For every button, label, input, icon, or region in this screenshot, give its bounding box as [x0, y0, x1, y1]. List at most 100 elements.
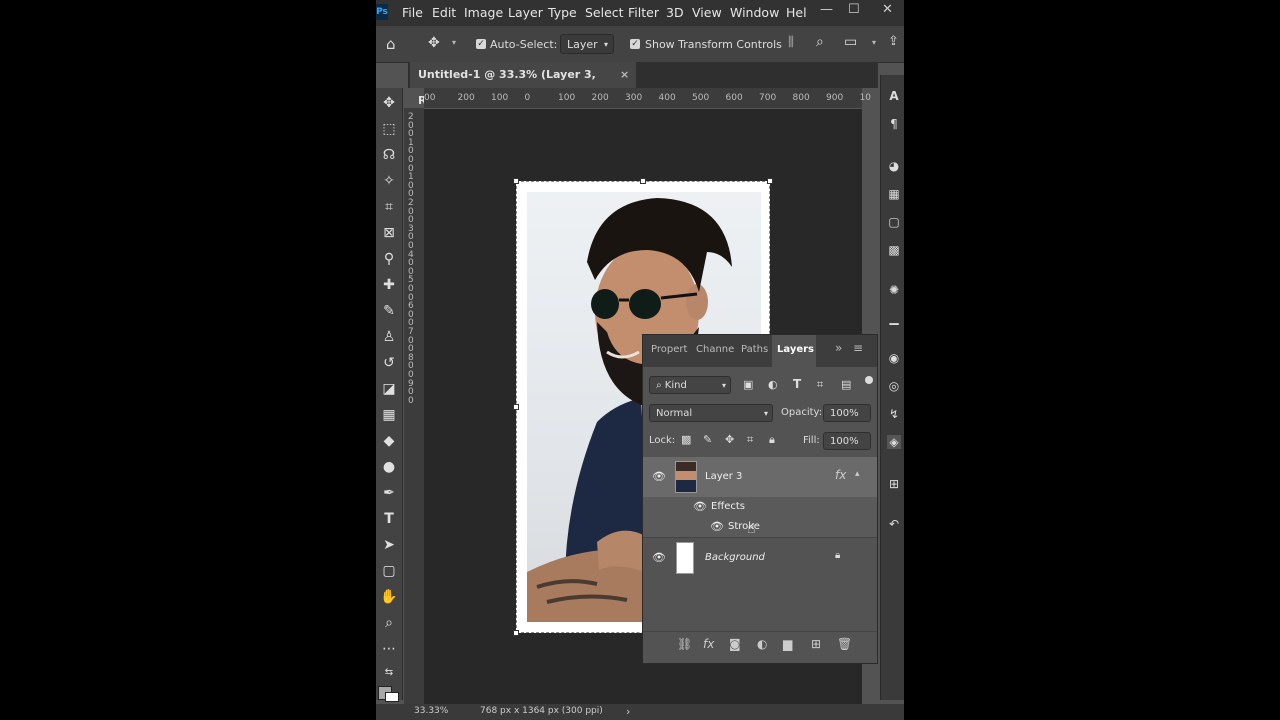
zoom-level[interactable]: 33.33%	[414, 706, 448, 716]
paths-panel-icon[interactable]: ↯	[887, 407, 901, 421]
chevron-up-icon[interactable]: ▴	[855, 469, 860, 479]
blend-mode-dropdown[interactable]: Normal ▾	[649, 404, 773, 422]
color-panel-icon[interactable]: ◕	[887, 159, 901, 173]
show-transform-checkbox[interactable]: ✓	[630, 39, 640, 49]
gradient-tool-icon[interactable]: ▦	[380, 406, 398, 424]
type-tool-icon[interactable]: T	[380, 510, 398, 528]
shape-tool-icon[interactable]: ▢	[380, 562, 398, 580]
transform-handle[interactable]	[767, 178, 773, 184]
lock-position-icon[interactable]: ✥	[725, 433, 734, 446]
zoom-tool-icon[interactable]: ⌕	[380, 614, 398, 632]
tab-channels[interactable]: Channe	[696, 344, 734, 355]
transform-handle[interactable]	[513, 404, 519, 410]
home-icon[interactable]: ⌂	[386, 35, 396, 53]
layer-name[interactable]: Background	[705, 552, 765, 563]
dodge-tool-icon[interactable]: ●	[380, 458, 398, 476]
menu-view[interactable]: View	[692, 5, 722, 20]
maximize-button[interactable]: ☐	[848, 2, 860, 17]
menu-edit[interactable]: Edit	[432, 5, 456, 20]
minimize-button[interactable]: —	[820, 2, 833, 17]
brush-tool-icon[interactable]: ✎	[380, 302, 398, 320]
smart-object-filter-icon[interactable]: ▤	[841, 378, 851, 391]
lock-pixels-icon[interactable]: ✎	[703, 433, 712, 446]
adjustment-layer-icon[interactable]: ◐	[757, 637, 767, 651]
gradients-panel-icon[interactable]: ▢	[887, 215, 901, 229]
background-color-swatch[interactable]	[385, 692, 399, 702]
close-icon[interactable]: ×	[620, 62, 629, 88]
lasso-tool-icon[interactable]: ☊	[380, 146, 398, 164]
stamp-tool-icon[interactable]: ♙	[380, 328, 398, 346]
visibility-eye-icon[interactable]: 👁︎	[710, 520, 724, 533]
menu-filter[interactable]: Filter	[628, 5, 659, 20]
menu-layer[interactable]: Layer	[508, 5, 543, 20]
adjustments-panel-icon[interactable]: ✺	[887, 283, 901, 297]
eraser-tool-icon[interactable]: ◪	[380, 380, 398, 398]
healing-brush-icon[interactable]: ✚	[380, 276, 398, 294]
filter-kind-dropdown[interactable]: ⌕ Kind ▾	[649, 376, 731, 394]
align-icon[interactable]: ⫼	[788, 35, 794, 50]
menu-file[interactable]: File	[402, 5, 423, 20]
move-tool-icon[interactable]: ✥	[428, 35, 440, 51]
delete-layer-icon[interactable]: 🗑︎	[837, 637, 852, 651]
shape-filter-icon[interactable]: ⌗	[817, 378, 823, 392]
magic-wand-icon[interactable]: ✧	[380, 172, 398, 190]
tab-layers[interactable]: Layers	[777, 344, 814, 355]
marquee-tool-icon[interactable]: ⬚	[380, 120, 398, 138]
link-layers-icon[interactable]: ⛓	[677, 637, 692, 651]
path-select-icon[interactable]: ➤	[380, 536, 398, 554]
layers-panel-icon[interactable]: ◈	[887, 435, 901, 449]
panel-more-icon[interactable]: »	[835, 341, 842, 355]
visibility-eye-icon[interactable]: 👁︎	[693, 500, 707, 513]
lock-transparency-icon[interactable]: ▩	[681, 433, 691, 446]
filter-toggle-icon[interactable]	[865, 376, 873, 384]
transform-handle[interactable]	[513, 630, 519, 636]
search-icon[interactable]: ⌕	[816, 34, 824, 50]
share-icon[interactable]: ⇪	[888, 34, 899, 49]
adjustment-filter-icon[interactable]: ◐	[768, 378, 778, 391]
add-mask-icon[interactable]: ◙	[729, 637, 741, 651]
tab-paths[interactable]: Paths	[741, 344, 768, 355]
opacity-input[interactable]: 100%	[823, 404, 871, 422]
transform-handle[interactable]	[513, 178, 519, 184]
swatches-panel-icon[interactable]: ▦	[887, 187, 901, 201]
type-filter-icon[interactable]: T	[793, 377, 801, 391]
character-panel-icon[interactable]: A	[887, 89, 901, 103]
more-tools-icon[interactable]: ⋯	[380, 640, 398, 658]
menu-window[interactable]: Window	[730, 5, 779, 20]
menu-3d[interactable]: 3D	[666, 5, 684, 20]
menu-help[interactable]: Hel	[786, 5, 807, 20]
lock-artboard-icon[interactable]: ⌗	[747, 433, 753, 447]
document-tab[interactable]: Untitled-1 @ 33.3% (Layer 3, RGB/8) * ×	[410, 62, 636, 107]
fx-icon[interactable]: fx	[703, 637, 714, 651]
blur-tool-icon[interactable]: ◆	[380, 432, 398, 450]
menu-type[interactable]: Type	[548, 5, 577, 20]
lock-icon[interactable]: 🔒︎	[835, 550, 840, 561]
auto-select-target-dropdown[interactable]: Layer ▾	[560, 34, 614, 54]
crop-tool-icon[interactable]: ⌗	[380, 198, 398, 216]
new-layer-icon[interactable]: ⊞	[811, 637, 821, 651]
menu-image[interactable]: Image	[464, 5, 503, 20]
status-menu-arrow[interactable]: ›	[626, 705, 630, 718]
pixel-filter-icon[interactable]: ▣	[743, 378, 753, 391]
visibility-eye-icon[interactable]: 👁︎	[652, 470, 666, 483]
patterns-panel-icon[interactable]: ▩	[887, 243, 901, 257]
layer-row-background[interactable]: 👁︎ Background 🔒︎	[643, 537, 877, 578]
hand-tool-icon[interactable]: ✋	[380, 588, 398, 606]
histogram-panel-icon[interactable]: ▁	[887, 311, 901, 325]
close-button[interactable]: ✕	[882, 2, 893, 17]
workspace-icon[interactable]: ▭	[844, 34, 857, 50]
new-group-icon[interactable]: ▆	[783, 637, 792, 651]
fill-input[interactable]: 100%	[823, 432, 871, 450]
frame-tool-icon[interactable]: ⊠	[380, 224, 398, 242]
history-brush-icon[interactable]: ↺	[380, 354, 398, 372]
auto-select-checkbox[interactable]: ✓	[476, 39, 486, 49]
layer-name[interactable]: Layer 3	[705, 471, 742, 482]
history-panel-icon[interactable]: ↶	[887, 517, 901, 531]
channels-panel-icon[interactable]: ◎	[887, 379, 901, 393]
properties-panel-icon[interactable]: ◉	[887, 351, 901, 365]
chevron-down-icon[interactable]: ▾	[452, 38, 456, 47]
paragraph-panel-icon[interactable]: ¶	[887, 117, 901, 131]
swap-colors-icon[interactable]: ⇆	[380, 664, 398, 682]
fx-icon[interactable]: fx	[835, 468, 846, 482]
menu-select[interactable]: Select	[585, 5, 624, 20]
